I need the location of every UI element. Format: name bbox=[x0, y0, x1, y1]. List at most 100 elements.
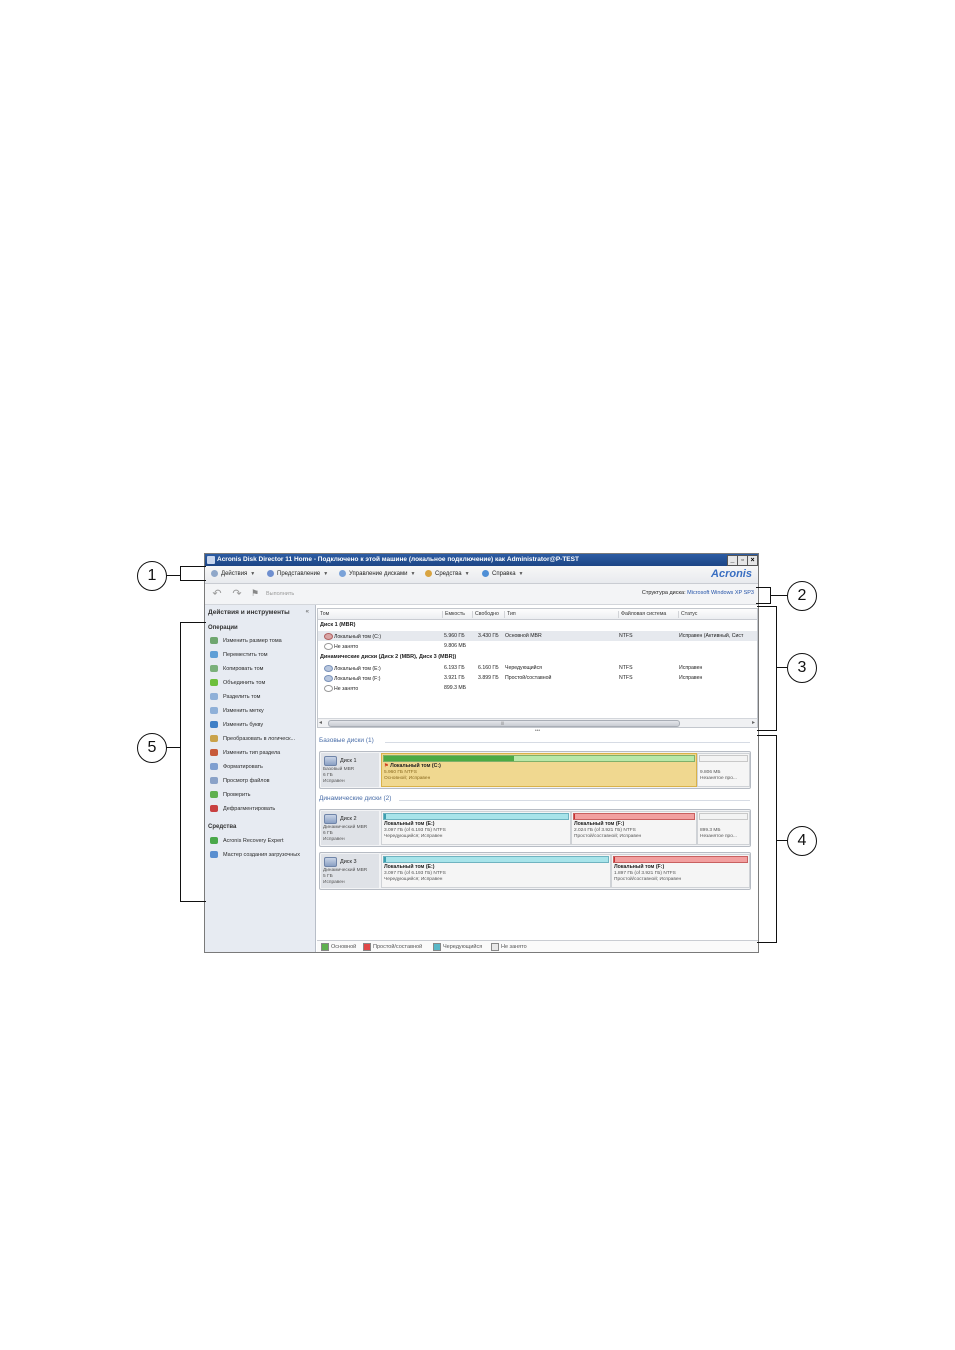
callout-bracket bbox=[180, 566, 181, 580]
acronis-logo: Acronis bbox=[711, 568, 752, 580]
operations-item[interactable]: Преобразовать в логическ... bbox=[210, 735, 295, 742]
collapse-icon[interactable]: « bbox=[306, 609, 309, 615]
operations-item[interactable]: Дефрагментировать bbox=[210, 805, 275, 812]
legend-swatch bbox=[363, 943, 371, 951]
partition-unallocated[interactable]: 9.806 МБ Незанятое про... bbox=[697, 753, 750, 787]
partition-size: 3.097 ГБ (of 6.193 ГБ) NTFS bbox=[384, 871, 446, 876]
undo-icon[interactable]: ↶ bbox=[211, 588, 223, 600]
table-row[interactable]: Локальный том (F:) 3.921 ГБ 3.899 ГБ Про… bbox=[318, 673, 757, 683]
volumes-table: Том Емкость Свободно Тип Файловая систем… bbox=[317, 608, 758, 728]
operations-item-label: Изменить букву bbox=[223, 721, 264, 728]
operations-item-icon bbox=[210, 791, 218, 798]
column-header-free[interactable]: Свободно bbox=[472, 611, 499, 618]
operations-item-label: Изменить тип раздела bbox=[223, 749, 281, 756]
operations-item-label: Копировать том bbox=[223, 665, 264, 672]
legend-label: Чередующийся bbox=[443, 944, 483, 950]
disk-name: Диск 1 bbox=[340, 758, 357, 764]
callout-bracket bbox=[180, 622, 181, 902]
partition-size: 5.960 ГБ NTFS bbox=[384, 770, 417, 775]
operations-item[interactable]: Переместить том bbox=[210, 651, 268, 658]
partition-e[interactable]: Локальный том (E:) 3.097 ГБ (of 6.193 ГБ… bbox=[381, 811, 571, 845]
column-header-type[interactable]: Тип bbox=[504, 611, 516, 618]
column-header-volume[interactable]: Том bbox=[318, 611, 329, 618]
disk-structure-link[interactable]: Microsoft Windows XP SP3 bbox=[687, 590, 754, 596]
partition-size: 899.3 МБ bbox=[700, 828, 721, 833]
disk-name: Диск 2 bbox=[340, 816, 357, 822]
volume-free: 6.160 ГБ bbox=[478, 665, 499, 671]
partition-status: Чередующийся; Исправен bbox=[384, 877, 443, 882]
table-row[interactable]: Не занято 899.3 МБ bbox=[318, 683, 757, 693]
partition-title: Локальный том (E:) bbox=[384, 821, 435, 827]
close-button[interactable]: × bbox=[747, 555, 758, 566]
scroll-right-icon[interactable]: ▸ bbox=[752, 719, 755, 726]
partition-size: 1.897 ГБ (of 3.921 ГБ) NTFS bbox=[614, 871, 676, 876]
scroll-grip: ||| bbox=[501, 720, 505, 725]
operations-item-icon bbox=[210, 679, 218, 686]
partition-title-text: Локальный том (C:) bbox=[390, 763, 441, 769]
volume-type: Основной MBR bbox=[505, 633, 542, 639]
partition-unallocated[interactable]: 899.3 МБ Незанятое про... bbox=[697, 811, 750, 845]
operations-item-icon bbox=[210, 707, 218, 714]
disk-3-box[interactable]: Диск 3 Динамический MBR 5 ГБ Исправен Ло… bbox=[319, 852, 751, 890]
menu-view-label: Представление bbox=[277, 570, 321, 577]
operations-item[interactable]: Изменить тип раздела bbox=[210, 749, 280, 756]
toolbar: ↶ ↷ ⚑ Выполнить Структура диска: Microso… bbox=[205, 584, 758, 605]
help-icon bbox=[482, 570, 489, 577]
operations-heading: Операции bbox=[208, 625, 238, 631]
partition-e[interactable]: Локальный том (E:) 3.097 ГБ (of 6.193 ГБ… bbox=[381, 854, 611, 888]
volume-fs: NTFS bbox=[619, 665, 633, 671]
partition-c[interactable]: ⚑ Локальный том (C:) 5.960 ГБ NTFS Основ… bbox=[381, 753, 697, 787]
operations-item[interactable]: Изменить букву bbox=[210, 721, 263, 728]
column-header-filesystem[interactable]: Файловая система bbox=[618, 611, 666, 618]
column-header-capacity[interactable]: Емкость bbox=[442, 611, 465, 618]
tools-item[interactable]: Мастер создания загрузочных bbox=[210, 851, 300, 858]
operations-item[interactable]: Объединить том bbox=[210, 679, 265, 686]
partition-status: Чередующийся; Исправен bbox=[384, 834, 443, 839]
table-row[interactable]: Локальный том (C:) 5.960 ГБ 3.430 ГБ Осн… bbox=[318, 631, 757, 641]
operations-item[interactable]: Проверить bbox=[210, 791, 251, 798]
operations-item[interactable]: Изменить метку bbox=[210, 707, 264, 714]
operations-item[interactable]: Форматировать bbox=[210, 763, 263, 770]
horizontal-scrollbar[interactable]: ◂ ||| ▸ bbox=[318, 718, 757, 727]
table-row[interactable]: Локальный том (E:) 6.193 ГБ 6.160 ГБ Чер… bbox=[318, 663, 757, 673]
callout-2: 2 bbox=[787, 581, 817, 611]
operations-item[interactable]: Копировать том bbox=[210, 665, 263, 672]
menu-actions[interactable]: Действия ▼ bbox=[211, 570, 255, 577]
commit-button[interactable]: Выполнить bbox=[266, 591, 294, 597]
pane-splitter[interactable]: ••• bbox=[317, 729, 758, 734]
tools-item[interactable]: Acronis Recovery Expert bbox=[210, 837, 284, 844]
scroll-left-icon[interactable]: ◂ bbox=[319, 719, 322, 726]
menu-view[interactable]: Представление ▼ bbox=[267, 570, 328, 577]
disk-type: Базовый MBR bbox=[323, 767, 355, 772]
menu-tools[interactable]: Средства ▼ bbox=[425, 570, 470, 577]
callout-3: 3 bbox=[787, 653, 817, 683]
partition-f[interactable]: Локальный том (F:) 2.024 ГБ (of 3.921 ГБ… bbox=[571, 811, 697, 845]
partition-f[interactable]: Локальный том (F:) 1.897 ГБ (of 3.921 ГБ… bbox=[611, 854, 750, 888]
disk-status: Исправен bbox=[323, 779, 345, 784]
operations-item-label: Проверить bbox=[223, 791, 251, 798]
basic-disks-heading: Базовые диски (1) bbox=[319, 737, 374, 744]
operations-item-label: Разделить том bbox=[223, 693, 261, 700]
table-group-dynamic: Динамические диски (Диск 2 (MBR), Диск 3… bbox=[320, 654, 457, 660]
scroll-thumb[interactable]: ||| bbox=[328, 720, 680, 727]
operations-item-icon bbox=[210, 637, 218, 644]
volume-status: Исправен (Активный, Сист bbox=[679, 633, 744, 639]
operations-item[interactable]: Разделить том bbox=[210, 693, 260, 700]
callout-bracket bbox=[776, 606, 777, 731]
volume-type: Простой/составной bbox=[505, 675, 552, 681]
tools-heading: Средства bbox=[208, 824, 237, 830]
menu-help[interactable]: Справка ▼ bbox=[482, 570, 524, 577]
operations-item[interactable]: Изменить размер тома bbox=[210, 637, 282, 644]
window-title: Acronis Disk Director 11 Home - Подключе… bbox=[217, 556, 579, 563]
disk-1-box[interactable]: Диск 1 Базовый MBR 6 ГБ Исправен ⚑ Локал… bbox=[319, 751, 751, 789]
column-header-status[interactable]: Статус bbox=[678, 611, 697, 618]
operations-item-label: Преобразовать в логическ... bbox=[223, 735, 296, 742]
operations-item-icon bbox=[210, 651, 218, 658]
divider bbox=[399, 800, 750, 801]
menu-disk-management[interactable]: Управление дисками ▼ bbox=[339, 570, 415, 577]
table-row[interactable]: Не занято 9.806 МБ bbox=[318, 641, 757, 651]
disk-2-box[interactable]: Диск 2 Динамический MBR 6 ГБ Исправен Ло… bbox=[319, 809, 751, 847]
legend-swatch bbox=[433, 943, 441, 951]
redo-icon[interactable]: ↷ bbox=[231, 588, 243, 600]
operations-item[interactable]: Просмотр файлов bbox=[210, 777, 270, 784]
